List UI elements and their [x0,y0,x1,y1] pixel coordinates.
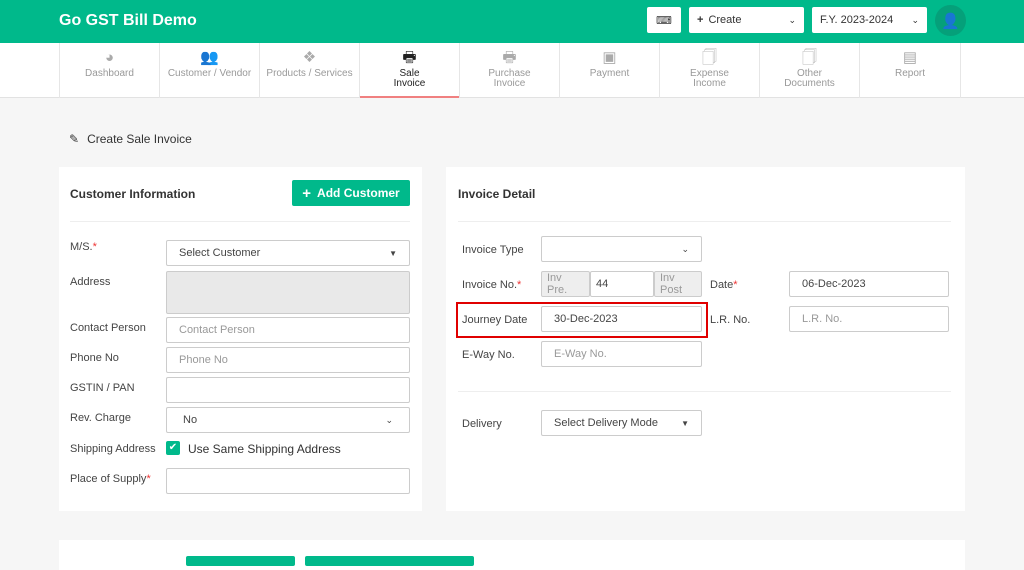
eway-label: E-Way No. [462,349,515,361]
edit-icon: ✎ [69,132,80,146]
bottom-action-button-2[interactable] [305,556,474,566]
select-value: Select Customer [179,247,261,259]
phone-label: Phone No [70,352,119,364]
chevron-down-icon: ⌄ [681,243,689,254]
caret-down-icon: ▼ [681,418,689,428]
add-customer-button[interactable]: + Add Customer [292,180,410,206]
keyboard-icon: ⌨ [656,14,672,27]
app-title: Go GST Bill Demo [59,12,197,29]
printer-icon: 🖶 [402,49,417,66]
nav-products-services[interactable]: ❖ Products / Services [259,43,359,98]
invoice-no-label: Invoice No.* [462,279,522,291]
main-nav: ◕ Dashboard 👥 Customer / Vendor ❖ Products … [0,43,1024,98]
chevron-down-icon: ⌄ [788,14,796,25]
journey-date-label: Journey Date [462,314,528,326]
nav-purchase-invoice[interactable]: 🖶 Purchase Invoice [459,43,559,98]
invoice-type-label: Invoice Type [462,244,524,256]
nav-dashboard[interactable]: ◕ Dashboard [59,43,159,98]
contact-label: Contact Person [70,322,146,334]
address-label: Address [70,276,111,288]
nav-label: Dashboard [85,68,134,79]
chevron-down-icon: ⌄ [385,414,393,425]
files-icon: 🗍 [702,49,717,66]
money-icon: ▣ [602,49,617,66]
nav-report[interactable]: ▤ Report [859,43,961,98]
files-icon: 🗍 [802,49,817,66]
nav-sale-invoice[interactable]: 🖶 Sale Invoice [359,43,459,98]
dashboard-icon: ◕ [104,49,115,66]
page-title: ✎ Create Sale Invoice [69,132,192,146]
ms-label: M/S.* [70,241,97,253]
nav-label: Payment [589,68,630,79]
fiscal-year-select[interactable]: F.Y. 2023-2024 ⌄ [812,7,927,33]
bottom-action-button[interactable] [186,556,295,566]
page-title-text: Create Sale Invoice [87,132,192,146]
nav-label: Sale Invoice [393,68,426,89]
label-text: Date [710,279,734,291]
label-text: Invoice No. [462,279,518,291]
divider [458,221,951,222]
invoice-prefix-input[interactable]: Inv Pre. [541,271,590,297]
nav-expense-income[interactable]: 🗍 Expense Income [659,43,759,98]
date-input[interactable]: 06-Dec-2023 [789,271,949,297]
nav-customer-vendor[interactable]: 👥 Customer / Vendor [159,43,259,98]
invoice-detail-heading: Invoice Detail [458,187,536,201]
create-dropdown[interactable]: + Create ⌄ [689,7,804,33]
contact-person-input[interactable]: Contact Person [166,317,410,343]
lr-no-label: L.R. No. [710,314,751,326]
invoice-number-input[interactable]: 44 [590,271,654,297]
invoice-detail-card [446,167,965,511]
newspaper-icon: ▤ [902,49,918,66]
nav-label: Products / Services [266,68,353,79]
user-icon: 👤 [941,12,960,30]
create-label: Create [708,14,742,26]
select-value: Select Delivery Mode [554,417,658,429]
keyboard-button[interactable]: ⌨ [647,7,681,33]
delivery-label: Delivery [462,418,502,430]
place-of-supply-input[interactable] [166,468,410,494]
same-shipping-checkbox[interactable]: ✔ [166,441,180,455]
check-icon: ✔ [168,442,178,453]
customer-info-heading: Customer Information [70,187,196,201]
label-text: Place of Supply [70,473,147,485]
select-value: No [183,414,198,426]
delivery-mode-select[interactable]: Select Delivery Mode ▼ [541,410,702,436]
label-text: M/S. [70,241,93,253]
phone-input[interactable]: Phone No [166,347,410,373]
gstin-input[interactable] [166,377,410,403]
plus-icon: + [302,184,312,202]
caret-down-icon: ▼ [389,248,397,258]
nav-payment[interactable]: ▣ Payment [559,43,659,98]
fy-label: F.Y. 2023-2024 [820,14,894,26]
nav-label: Customer / Vendor [167,68,252,79]
journey-date-input[interactable]: 30-Dec-2023 [541,306,702,332]
cubes-icon: ❖ [302,49,317,66]
shipping-label: Shipping Address [70,443,156,455]
nav-label: Report [894,68,925,79]
divider [70,221,410,222]
eway-no-input[interactable]: E-Way No. [541,341,702,367]
chevron-down-icon: ⌄ [911,14,919,25]
invoice-postfix-input[interactable]: Inv Post [654,271,702,297]
divider [458,391,951,392]
nav-label: Other Documents [784,68,835,89]
printer-icon: 🖶 [502,49,517,66]
nav-label: Purchase Invoice [488,68,531,89]
rev-charge-select[interactable]: No ⌄ [166,407,410,433]
nav-other-documents[interactable]: 🗍 Other Documents [759,43,859,98]
nav-label: Expense Income [690,68,729,89]
date-label: Date* [710,279,738,291]
rev-charge-label: Rev. Charge [70,412,131,424]
customer-select[interactable]: Select Customer ▼ [166,240,410,266]
same-shipping-label: Use Same Shipping Address [188,442,341,456]
gstin-label: GSTIN / PAN [70,382,135,394]
supply-label: Place of Supply* [70,473,151,485]
users-icon: 👥 [200,49,219,66]
lr-no-input[interactable]: L.R. No. [789,306,949,332]
add-customer-label: Add Customer [317,186,400,200]
plus-icon: + [697,14,704,26]
address-textarea[interactable] [166,271,410,314]
invoice-type-select[interactable]: ⌄ [541,236,702,262]
user-avatar[interactable]: 👤 [935,5,966,36]
